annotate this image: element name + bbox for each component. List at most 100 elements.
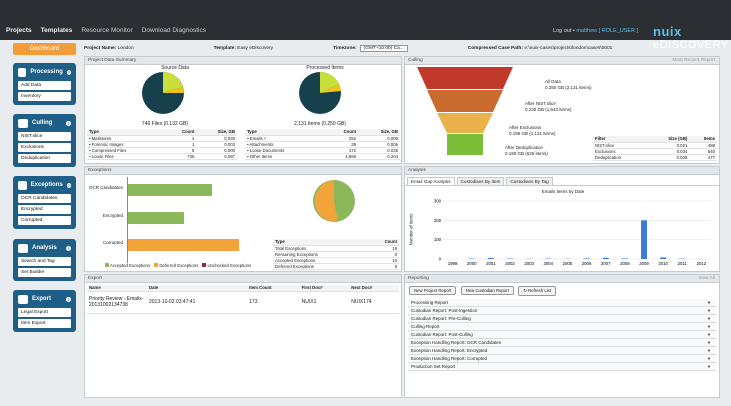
brand-nuix: nuix [653,24,682,39]
nav-projects[interactable]: Projects [6,27,32,34]
x-tick-label: 2003 [524,261,534,266]
funnel-icon [18,118,28,128]
report-item[interactable]: Exception Handling Report: Corrupted ▼ [408,355,716,363]
sidebar-section-culling: Culling ? NIST.slice Exclusions Deduplic… [13,114,76,167]
processing-header[interactable]: Processing ? [15,65,74,79]
analysis-tabs: Email Gap Analysis Custodians By Item Cu… [405,177,719,186]
timezone-select[interactable]: (GMT+10:00) Ca... [359,44,408,52]
chevron-down-icon[interactable]: ▼ [707,307,711,315]
exceptions-header[interactable]: Exceptions ? [15,178,74,192]
report-item[interactable]: Exception Handling Report: OCR Candidate… [408,339,716,347]
sidebar-item-ocr-candidates[interactable]: OCR Candidates [18,194,71,203]
help-icon[interactable]: ? [66,182,71,188]
y-tick-label: 300 [434,199,442,204]
funnel-label-dedup: After Deduplication 0.190 GB (626 items) [505,145,548,156]
exception-label-encrypted: Encrypted [102,213,123,218]
export-header[interactable]: Export ? [15,292,74,306]
export-icon [18,294,28,304]
help-icon[interactable]: ? [66,69,71,75]
chevron-down-icon[interactable]: ▼ [707,339,711,347]
new-project-report-button[interactable]: New Project Report [409,286,457,295]
funnel-label-exclusions: After Exclusions 0.195 GB (1,131 items) [509,125,556,136]
help-icon[interactable]: ? [66,296,71,302]
project-label: Project Name: [84,45,117,51]
x-tick-label: 2011 [678,261,688,266]
report-item[interactable]: Processing Report ▼ [408,299,716,307]
chart-ylabel: Number of Items [408,213,414,246]
exceptions-panel-title: Exceptions [85,167,401,175]
y-tick-label: 200 [434,218,442,223]
help-icon[interactable]: ? [66,120,71,126]
exceptions-legend: Accepted Exceptions Deferred Exceptions … [105,263,251,268]
exception-label-ocr: OCR Candidates [88,185,123,190]
table-row[interactable]: Priority Review - Emails-20131002134738 … [87,291,399,314]
reporting-title-bar: Reporting View All [405,275,719,283]
x-tick-label: 2012 [697,261,707,266]
sidebar-item-encrypted[interactable]: Encrypted [18,205,71,214]
refresh-list-button[interactable]: ↻ Refresh List [518,286,557,296]
x-tick-label: 2002 [505,261,515,266]
sidebar-item-inventory[interactable]: Inventory [18,92,71,101]
culling-header[interactable]: Culling ? [15,116,74,130]
legend-unchecked: Unchecked Exceptions [202,263,251,268]
exception-bar [128,212,184,224]
sidebar-item-search-and-tag[interactable]: Search and Tag [18,257,71,266]
report-item[interactable]: Custodian Report: Pre-Culling ▼ [408,315,716,323]
chart-title: Emails Items by Date [541,189,585,194]
top-nav: Projects Templates Resource Monitor Down… [6,27,206,34]
summary-title: Project Data Summary [85,57,401,65]
chevron-down-icon[interactable]: ▼ [707,323,711,331]
dashboard-button[interactable]: Dashboard [13,43,76,55]
logout-link[interactable]: Log out [553,28,571,34]
reporting-panel-title: Reporting [408,276,429,281]
user-name[interactable]: matthew [576,28,597,34]
nav-templates[interactable]: Templates [41,27,73,34]
chevron-down-icon[interactable]: ▼ [707,315,711,323]
nav-resource-monitor[interactable]: Resource Monitor [81,27,132,34]
funnel-label-all-data: All Data 0.250 GB (2,131 items) [545,79,592,90]
user-area: Log out • matthew [ ROLE_USER ] [553,28,639,34]
table-row: Deferred Exceptions 9 [273,263,399,270]
sidebar-item-deduplication[interactable]: Deduplication [18,154,71,163]
sidebar-item-item-export[interactable]: Item Export [18,319,71,328]
view-all-link[interactable]: View All [698,275,715,283]
exception-bar [128,239,240,251]
chevron-down-icon[interactable]: ▼ [707,347,711,355]
processed-items-caption: 2,131 Items (0.250 GB) [294,121,346,127]
chart-bar [621,258,628,259]
truck-icon [18,67,27,77]
help-icon[interactable]: ? [66,245,71,251]
tab-email-gap-analysis[interactable]: Email Gap Analysis [407,177,455,185]
nav-download-diagnostics[interactable]: Download Diagnostics [142,27,206,34]
tab-custodians-by-item[interactable]: Custodians By Item [456,177,505,185]
tab-custodians-by-tag[interactable]: Custodians By Tag [506,177,553,185]
new-custodian-report-button[interactable]: New Custodian Report [460,286,514,295]
culling-panel: Culling Most Recent Report All Data 0.250… [404,56,720,164]
sidebar-item-add-data[interactable]: Add Data [18,81,71,90]
x-tick-label: 2001 [486,261,496,266]
processed-items-table: Type Count Size, GB ▪ Emails +252 0.005 ▪ A… [245,129,400,160]
report-item[interactable]: Exception Handling Report: Encrypted ▼ [408,347,716,355]
sidebar-item-corrupted[interactable]: Corrupted [18,216,71,225]
template-name: Easy eDiscovery [237,45,274,51]
chevron-down-icon[interactable]: ▼ [707,299,711,307]
chevron-down-icon[interactable]: ▼ [707,355,711,363]
report-item[interactable]: Custodian Report: Post-Ingestion ▼ [408,307,716,315]
x-tick-label: 1999 [448,261,458,266]
exceptions-panel: Exceptions OCR Candidates Encrypted Corr… [84,166,402,272]
sidebar-item-nist-slice[interactable]: NIST.slice [18,132,71,141]
most-recent-report-link[interactable]: Most Recent Report [672,57,715,65]
y-tick-label: 0 [439,257,442,262]
chevron-down-icon[interactable]: ▼ [707,331,711,339]
sidebar-item-legal-export[interactable]: Legal Export [18,308,71,317]
report-item[interactable]: Custodian Report: Post-Culling ▼ [408,331,716,339]
report-list: Processing Report ▼ Custodian Report: Post… [408,299,716,371]
source-data-caption: 746 Files (0.132 GB) [141,121,189,127]
report-item[interactable]: Production Set Report ▼ [408,363,716,371]
exceptions-table: Type Count Total Exceptions 19 Remaining E… [273,239,399,270]
sidebar-item-set-builder[interactable]: Set Builder [18,268,71,277]
chevron-down-icon[interactable]: ▼ [707,363,711,371]
report-item[interactable]: Culling Report ▼ [408,323,716,331]
sidebar-item-exclusions[interactable]: Exclusions [18,143,71,152]
analysis-header[interactable]: Analysis ? [15,241,74,255]
